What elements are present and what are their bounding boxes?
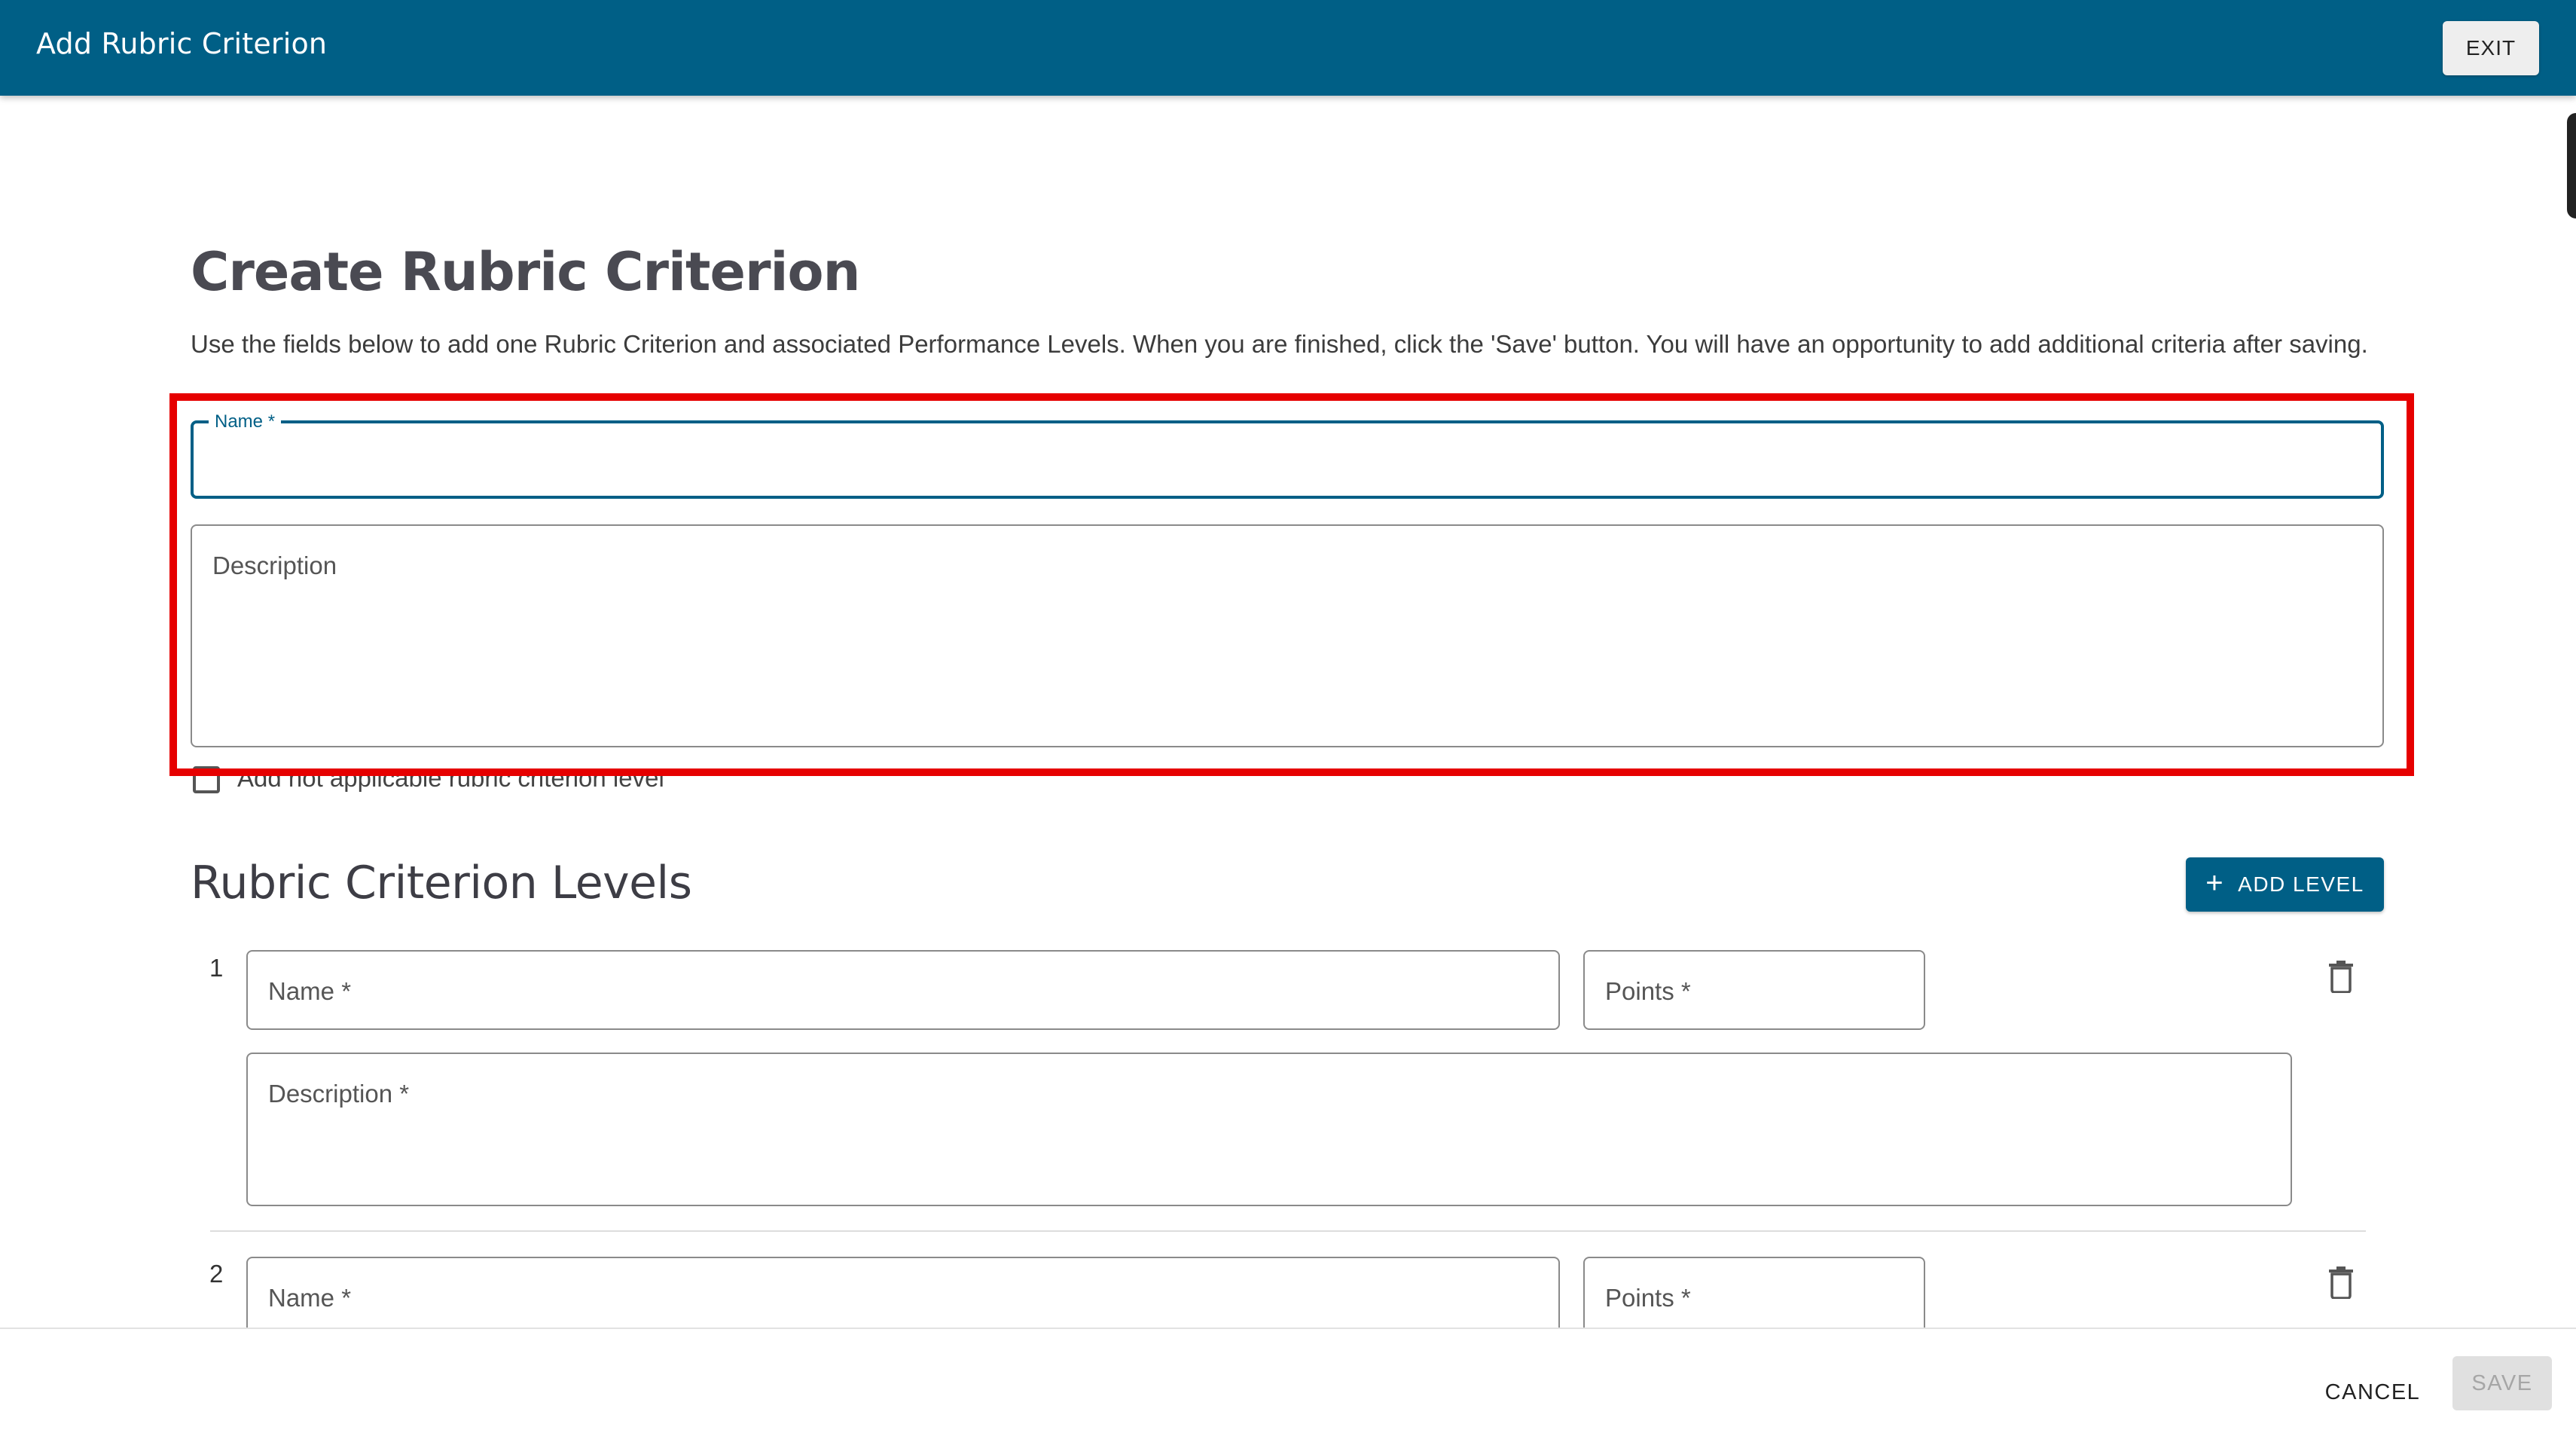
- intro-text: Use the fields below to add one Rubric C…: [191, 330, 2368, 358]
- plus-icon: +: [2205, 866, 2225, 900]
- criterion-name-label: Name *: [209, 411, 282, 432]
- not-applicable-label: Add not applicable rubric criterion leve…: [237, 764, 664, 792]
- level-divider: [210, 1230, 2366, 1232]
- criterion-description-label: Description: [212, 552, 337, 579]
- level-number: 1: [209, 954, 224, 982]
- level-points-label: Points *: [1605, 1284, 1691, 1312]
- save-button[interactable]: SAVE: [2452, 1356, 2552, 1410]
- side-panel-tab[interactable]: [2567, 113, 2576, 218]
- level-description-field[interactable]: Description *: [246, 1053, 2292, 1206]
- cancel-button[interactable]: CANCEL: [2320, 1365, 2425, 1419]
- level-description-label: Description *: [268, 1080, 410, 1108]
- not-applicable-checkbox[interactable]: [193, 766, 220, 793]
- app-window: Add Rubric Criterion EXIT Create Rubric …: [0, 0, 2576, 1433]
- level-points-label: Points *: [1605, 977, 1691, 1005]
- exit-button[interactable]: EXIT: [2443, 21, 2539, 75]
- level-name-field[interactable]: Name *: [246, 950, 1560, 1030]
- delete-level-icon[interactable]: [2326, 1266, 2356, 1299]
- level-name-label: Name *: [268, 1284, 352, 1312]
- criterion-description-field[interactable]: Description: [191, 524, 2384, 747]
- delete-level-icon[interactable]: [2326, 960, 2356, 993]
- level-number: 2: [209, 1260, 224, 1288]
- level-name-label: Name *: [268, 977, 352, 1005]
- top-app-bar: Add Rubric Criterion EXIT: [0, 0, 2576, 96]
- level-points-field[interactable]: Points *: [1583, 950, 1925, 1030]
- app-bar-title: Add Rubric Criterion: [36, 27, 328, 60]
- level-points-field[interactable]: Points *: [1583, 1257, 1925, 1337]
- add-level-label: ADD LEVEL: [2238, 872, 2364, 896]
- level-name-field[interactable]: Name *: [246, 1257, 1560, 1337]
- page-title: Create Rubric Criterion: [191, 241, 860, 303]
- add-level-button[interactable]: + ADD LEVEL: [2186, 857, 2384, 912]
- action-bar: CANCEL SAVE: [0, 1328, 2576, 1433]
- criterion-name-field[interactable]: Name *: [191, 411, 2384, 499]
- levels-section-title: Rubric Criterion Levels: [191, 857, 692, 909]
